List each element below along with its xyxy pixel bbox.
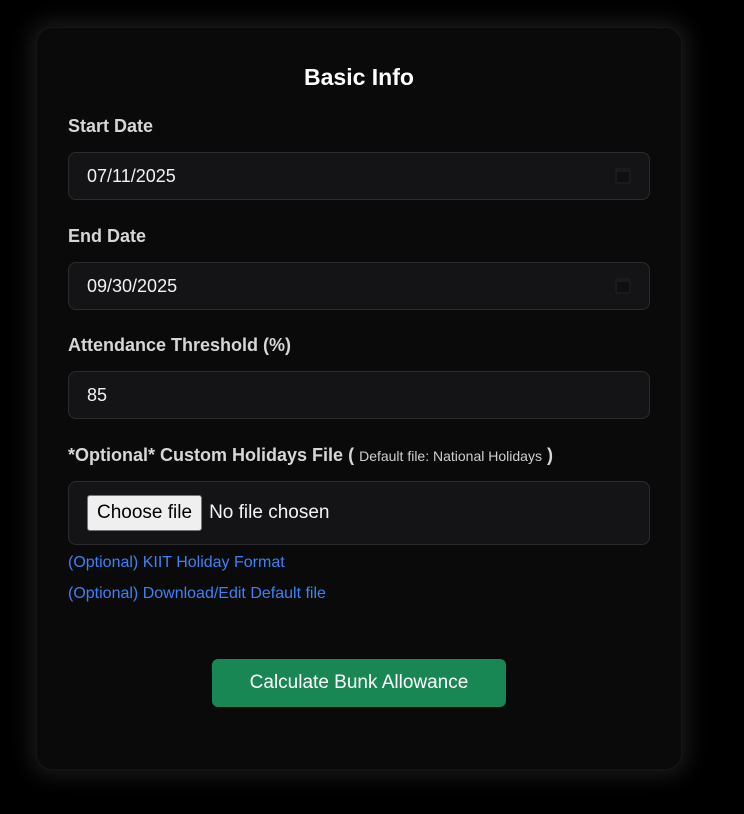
threshold-value: 85 — [87, 384, 108, 405]
holidays-hint: Default file: National Holidays — [359, 448, 542, 464]
start-date-label: Start Date — [68, 116, 154, 136]
start-date-value: 07/11/2025 — [87, 165, 176, 186]
form-title: Basic Info — [304, 64, 414, 90]
threshold-input[interactable]: 85 — [68, 371, 650, 419]
end-date-input[interactable]: 09/30/2025 — [68, 262, 650, 310]
file-status: No file chosen — [209, 502, 330, 523]
choose-file-button[interactable]: Choose file — [87, 495, 203, 531]
basic-info-card: Basic Info Start Date 07/11/2025 End Dat… — [36, 27, 682, 770]
calculate-bunk-allowance-button[interactable]: Calculate Bunk Allowance — [212, 659, 506, 707]
paren-open: ( — [348, 445, 355, 465]
end-date-label: End Date — [68, 226, 147, 246]
holidays-file-input[interactable]: Choose file No file chosen — [68, 481, 650, 545]
end-date-value: 09/30/2025 — [87, 275, 178, 296]
calendar-icon[interactable] — [615, 168, 631, 184]
start-date-input[interactable]: 07/11/2025 — [68, 152, 650, 200]
holidays-label: *Optional* Custom Holidays File ( Defaul… — [68, 445, 553, 466]
download-default-file-link[interactable]: (Optional) Download/Edit Default file — [68, 585, 326, 603]
holidays-label-text: *Optional* Custom Holidays File — [68, 445, 344, 465]
threshold-label: Attendance Threshold (%) — [68, 335, 292, 355]
paren-close: ) — [546, 445, 553, 465]
calendar-icon[interactable] — [615, 278, 631, 294]
kiit-holiday-format-link[interactable]: (Optional) KIIT Holiday Format — [68, 554, 285, 572]
